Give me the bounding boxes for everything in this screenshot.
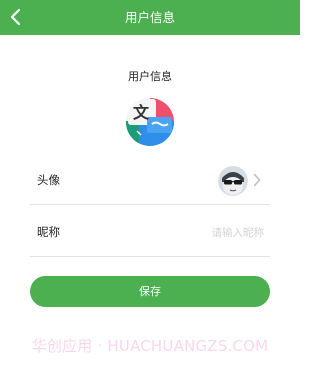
chevron-left-icon — [10, 8, 21, 26]
divider — [30, 204, 270, 205]
translate-app-logo-icon: 文 — [125, 97, 175, 147]
nickname-row-label: 昵称 — [37, 225, 60, 239]
divider — [30, 256, 270, 257]
avatar-row[interactable]: 头像 — [30, 155, 270, 205]
nickname-input[interactable] — [154, 224, 264, 242]
nickname-row: 昵称 — [30, 207, 270, 257]
chevron-right-icon — [253, 173, 261, 187]
avatar-row-label: 头像 — [37, 173, 60, 187]
save-button[interactable]: 保存 — [30, 276, 270, 307]
back-button[interactable] — [6, 5, 28, 29]
logo-glyph: 文 — [133, 103, 150, 122]
section-title: 用户信息 — [128, 70, 172, 83]
watermark: 华创应用 · HUACHUANGZS.COM — [31, 337, 269, 355]
user-avatar-icon[interactable] — [218, 166, 248, 196]
nav-bar: 用户信息 — [0, 0, 300, 35]
page-title: 用户信息 — [124, 10, 175, 25]
user-info-page: 用户信息 用户信息 文 头像 昵称 请输入昵称 保存 华创应用 · HUACHU… — [0, 0, 300, 367]
